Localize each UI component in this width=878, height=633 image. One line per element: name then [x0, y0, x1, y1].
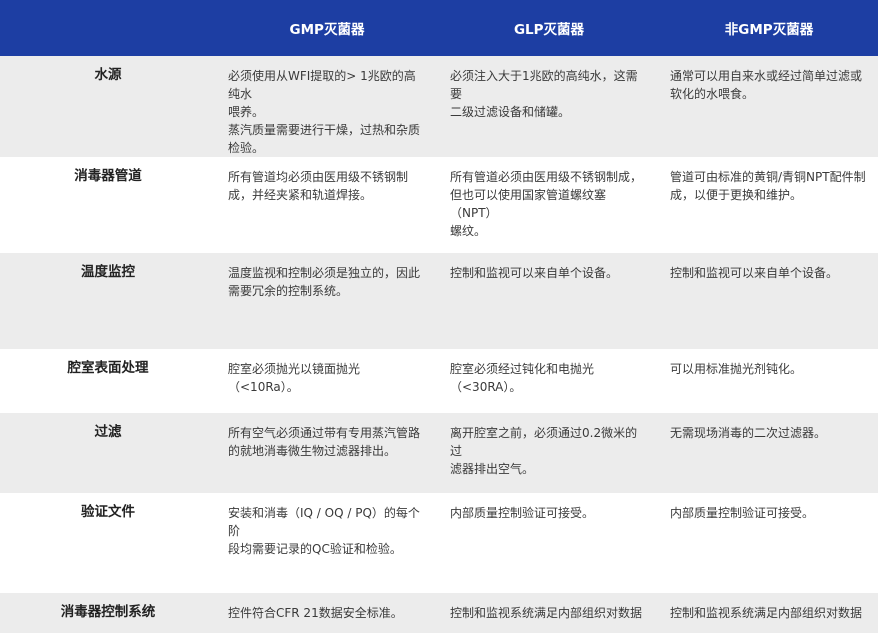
- cell-glp: 内部质量控制验证可接受。: [450, 506, 595, 520]
- table-row: 消毒器控制系统 控件符合CFR 21数据安全标准。 控制和监视系统满足内部组织对…: [0, 593, 878, 633]
- cell-gmp: 必须使用从WFI提取的> 1兆欧的高纯水 喂养。 蒸汽质量需要进行干燥，过热和杂…: [228, 69, 421, 155]
- row-label-control-system: 消毒器控制系统: [60, 604, 156, 620]
- cell-glp: 必须注入大于1兆欧的高纯水，这需要 二级过滤设备和储罐。: [450, 69, 638, 119]
- table-row: 温度监控 温度监视和控制必须是独立的，因此 需要冗余的控制系统。 控制和监视可以…: [0, 253, 878, 349]
- header-empty-cell: [0, 0, 216, 56]
- row-label-filtration: 过滤: [94, 424, 122, 440]
- row-label-water-source: 水源: [94, 67, 122, 83]
- row-label-chamber-finish: 腔室表面处理: [67, 360, 149, 376]
- header-non-gmp-sterilizer: 非GMP灭菌器: [724, 22, 814, 38]
- row-label-temperature-monitoring: 温度监控: [81, 264, 135, 280]
- cell-glp: 控制和监视系统满足内部组织对数据: [450, 606, 643, 620]
- cell-non-gmp: 控制和监视可以来自单个设备。: [670, 266, 839, 280]
- header-gmp-sterilizer: GMP灭菌器: [289, 22, 365, 38]
- cell-gmp: 所有空气必须通过带有专用蒸汽管路 的就地消毒微生物过滤器排出。: [228, 426, 421, 458]
- row-label-piping: 消毒器管道: [74, 168, 142, 184]
- cell-glp: 所有管道必须由医用级不锈钢制成， 但也可以使用国家管道螺纹塞（NPT） 螺纹。: [450, 170, 643, 238]
- cell-gmp: 温度监视和控制必须是独立的，因此 需要冗余的控制系统。: [228, 266, 421, 298]
- row-label-validation-documents: 验证文件: [81, 504, 135, 520]
- cell-non-gmp: 通常可以用自来水或经过简单过滤或 软化的水喂食。: [670, 69, 863, 101]
- cell-glp: 控制和监视可以来自单个设备。: [450, 266, 619, 280]
- cell-non-gmp: 可以用标准抛光剂钝化。: [670, 362, 803, 376]
- cell-glp: 腔室必须经过钝化和电抛光 （<30RA）。: [450, 362, 595, 394]
- table-row: 消毒器管道 所有管道均必须由医用级不锈钢制 成，并经夹紧和轨道焊接。 所有管道必…: [0, 157, 878, 253]
- cell-non-gmp: 控制和监视系统满足内部组织对数据: [670, 606, 863, 620]
- cell-gmp: 安装和消毒（IQ / OQ / PQ）的每个阶 段均需要记录的QC验证和检验。: [228, 506, 420, 556]
- header-glp-sterilizer: GLP灭菌器: [513, 22, 585, 38]
- table-row: 水源 必须使用从WFI提取的> 1兆欧的高纯水 喂养。 蒸汽质量需要进行干燥，过…: [0, 56, 878, 157]
- comparison-table: GMP灭菌器 GLP灭菌器 非GMP灭菌器 水源 必须使用从WFI提取的> 1兆…: [0, 0, 878, 633]
- cell-non-gmp: 无需现场消毒的二次过滤器。: [670, 426, 827, 440]
- cell-gmp: 控件符合CFR 21数据安全标准。: [228, 606, 403, 620]
- table-row: 腔室表面处理 腔室必须抛光以镜面抛光（<10Ra）。 腔室必须经过钝化和电抛光 …: [0, 349, 878, 413]
- cell-gmp: 腔室必须抛光以镜面抛光（<10Ra）。: [228, 362, 361, 394]
- cell-gmp: 所有管道均必须由医用级不锈钢制 成，并经夹紧和轨道焊接。: [228, 170, 409, 202]
- cell-non-gmp: 内部质量控制验证可接受。: [670, 506, 815, 520]
- cell-non-gmp: 管道可由标准的黄铜/青铜NPT配件制 成，以便于更换和维护。: [670, 170, 866, 202]
- table-header-row: GMP灭菌器 GLP灭菌器 非GMP灭菌器: [0, 0, 878, 56]
- table-row: 验证文件 安装和消毒（IQ / OQ / PQ）的每个阶 段均需要记录的QC验证…: [0, 493, 878, 593]
- cell-glp: 离开腔室之前，必须通过0.2微米的过 滤器排出空气。: [450, 426, 638, 476]
- table-row: 过滤 所有空气必须通过带有专用蒸汽管路 的就地消毒微生物过滤器排出。 离开腔室之…: [0, 413, 878, 493]
